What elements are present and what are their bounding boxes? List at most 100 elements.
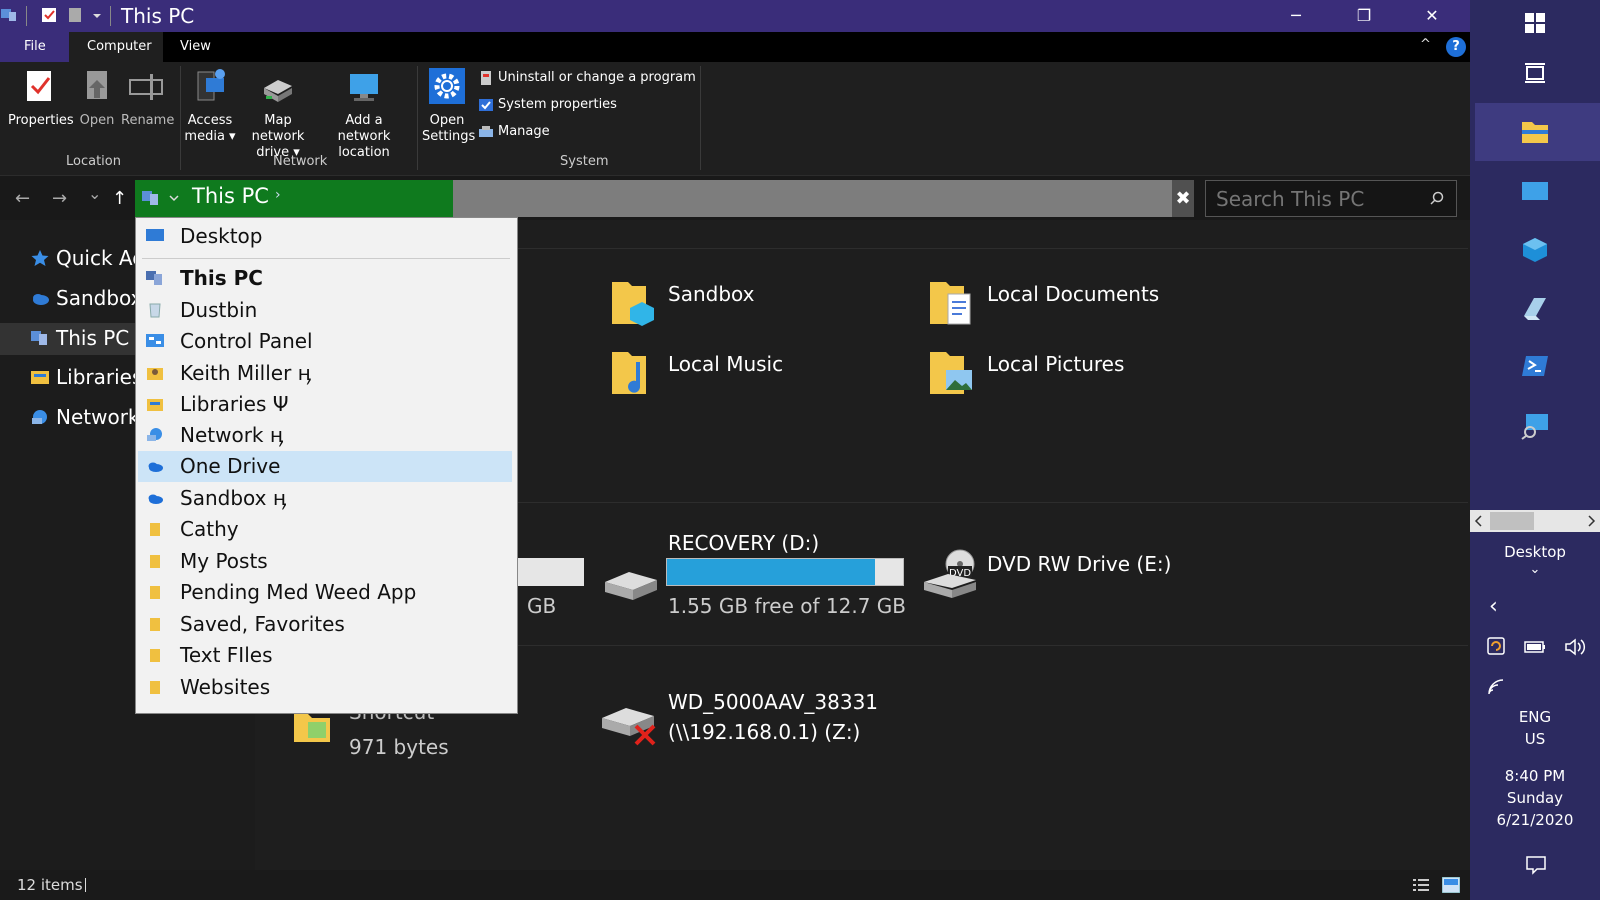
system-properties-button[interactable]: System properties bbox=[478, 95, 617, 115]
nav-item-sandbox[interactable]: Sandbox bbox=[30, 286, 142, 310]
manage-button[interactable]: Manage bbox=[478, 122, 550, 142]
access-media-button[interactable]: Access media ▾ bbox=[184, 68, 236, 145]
taskbar-desktop-label[interactable]: Desktop bbox=[1470, 543, 1600, 561]
clear-address-icon[interactable]: ✖ bbox=[1172, 180, 1194, 217]
tab-view[interactable]: View bbox=[166, 32, 225, 62]
dropdown-item-control-panel[interactable]: Control Panel bbox=[138, 326, 512, 357]
dropdown-item-cathy[interactable]: Cathy bbox=[138, 514, 512, 545]
dropdown-item-websites[interactable]: Websites bbox=[138, 672, 512, 703]
nav-item-quick-access[interactable]: Quick Ac bbox=[30, 246, 143, 270]
notification-center-icon[interactable] bbox=[1525, 855, 1547, 875]
search-monitor-taskbar-icon[interactable] bbox=[1520, 412, 1550, 440]
tab-file[interactable]: File bbox=[0, 32, 69, 62]
desktop-chevron-icon[interactable]: ⌄ bbox=[1470, 562, 1600, 577]
collapse-ribbon-icon[interactable]: ^ bbox=[1420, 37, 1431, 52]
section-divider bbox=[518, 502, 1468, 503]
map-network-drive-label-1: Map network bbox=[251, 113, 305, 144]
large-icons-view-icon[interactable] bbox=[1442, 877, 1460, 893]
recovery-usage-fill bbox=[667, 559, 875, 585]
region-label[interactable]: US bbox=[1470, 730, 1600, 748]
forward-arrow-icon[interactable]: → bbox=[52, 188, 67, 209]
dropdown-item-keith-miller[interactable]: Keith Miller ӊ bbox=[138, 358, 512, 389]
dropdown-item-libraries[interactable]: Libraries Ψ bbox=[138, 389, 512, 420]
system-properties-icon bbox=[479, 98, 493, 111]
help-icon[interactable]: ? bbox=[1446, 37, 1466, 57]
hard-drive-icon bbox=[605, 572, 657, 600]
powershell-taskbar-icon[interactable] bbox=[1520, 352, 1550, 380]
file-explorer-taskbar-icon[interactable] bbox=[1520, 118, 1550, 146]
language-label[interactable]: ENG bbox=[1470, 708, 1600, 726]
scroll-thumb[interactable] bbox=[1490, 512, 1534, 530]
dropdown-item-network[interactable]: Network ӊ bbox=[138, 420, 512, 451]
customize-quick-access-icon[interactable] bbox=[88, 6, 106, 24]
folder-icon bbox=[150, 618, 160, 631]
task-view-icon[interactable] bbox=[1524, 62, 1546, 84]
eraser-taskbar-icon[interactable] bbox=[1520, 294, 1550, 322]
new-folder-quick-icon[interactable] bbox=[66, 6, 84, 24]
section-divider bbox=[518, 248, 1468, 249]
settings-gear-icon bbox=[429, 68, 465, 104]
properties-quick-icon[interactable] bbox=[40, 6, 58, 24]
package-taskbar-icon[interactable] bbox=[1520, 236, 1550, 264]
restore-button[interactable]: ❐ bbox=[1330, 0, 1398, 32]
tab-computer[interactable]: Computer bbox=[69, 32, 163, 62]
dropdown-item-label: Control Panel bbox=[180, 329, 313, 353]
explorer-app-icon[interactable] bbox=[0, 6, 18, 24]
add-network-location-button[interactable]: Add a network location bbox=[320, 68, 408, 161]
volume-icon[interactable] bbox=[1564, 637, 1586, 657]
back-arrow-icon[interactable]: ← bbox=[15, 188, 30, 209]
scroll-right-icon[interactable] bbox=[1588, 515, 1596, 527]
map-network-drive-icon bbox=[264, 80, 292, 102]
rename-button[interactable]: Rename bbox=[121, 68, 174, 129]
uninstall-program-button[interactable]: Uninstall or change a program bbox=[478, 68, 696, 88]
update-tray-icon[interactable] bbox=[1486, 636, 1506, 656]
open-settings-button[interactable]: Open Settings bbox=[422, 68, 475, 145]
close-button[interactable]: ✕ bbox=[1398, 0, 1466, 32]
dropdown-item-dustbin[interactable]: Dustbin bbox=[138, 295, 512, 326]
map-network-drive-button[interactable]: Map network drive ▾ bbox=[238, 68, 318, 161]
dropdown-item-label: Pending Med Weed App bbox=[180, 580, 417, 604]
clock-day[interactable]: Sunday bbox=[1470, 789, 1600, 807]
nav-item-libraries[interactable]: Libraries bbox=[30, 365, 142, 389]
dropdown-item-label: Text FIles bbox=[180, 643, 273, 667]
address-dropdown-chevron-icon[interactable] bbox=[168, 193, 180, 203]
folder-icon bbox=[150, 649, 160, 662]
recent-locations-icon[interactable]: ⌄ bbox=[88, 184, 101, 203]
search-input[interactable] bbox=[1205, 180, 1457, 217]
details-view-icon[interactable] bbox=[1413, 878, 1429, 892]
taskbar-scrollbar[interactable] bbox=[1470, 510, 1600, 532]
wifi-icon[interactable] bbox=[1487, 678, 1507, 696]
open-button[interactable]: Open bbox=[76, 68, 118, 129]
minimize-button[interactable]: ─ bbox=[1262, 0, 1330, 32]
dropdown-item-my-posts[interactable]: My Posts bbox=[138, 546, 512, 577]
open-settings-label-1: Open bbox=[429, 113, 465, 128]
dropdown-item-this-pc[interactable]: This PC bbox=[138, 263, 512, 294]
ribbon-separator bbox=[417, 66, 418, 170]
up-arrow-icon[interactable]: ↑ bbox=[112, 188, 127, 209]
clock-time[interactable]: 8:40 PM bbox=[1470, 767, 1600, 785]
breadcrumb-chevron-icon[interactable]: › bbox=[275, 187, 281, 203]
search-icon[interactable] bbox=[1429, 190, 1445, 206]
ribbon-separator bbox=[180, 66, 181, 170]
dropdown-item-desktop[interactable]: Desktop bbox=[138, 221, 512, 252]
c-drive-usage-bar bbox=[518, 558, 584, 586]
scroll-left-icon[interactable] bbox=[1474, 515, 1482, 527]
nav-item-this-pc[interactable]: This PC bbox=[30, 326, 129, 350]
desktop-taskbar-icon[interactable] bbox=[1520, 178, 1550, 206]
address-path[interactable]: This PC bbox=[192, 184, 269, 208]
properties-button[interactable]: Properties bbox=[8, 68, 74, 129]
nav-item-network[interactable]: Network bbox=[30, 405, 140, 429]
windows-start-icon[interactable] bbox=[1524, 12, 1546, 34]
nav-item-label: Libraries bbox=[56, 365, 143, 389]
location-group-label: Location bbox=[66, 154, 121, 169]
battery-icon[interactable] bbox=[1524, 640, 1546, 654]
documents-folder-icon bbox=[930, 282, 971, 325]
dropdown-item-saved-favorites[interactable]: Saved, Favorites bbox=[138, 609, 512, 640]
dropdown-item-pending-med-weed-app[interactable]: Pending Med Weed App bbox=[138, 577, 512, 608]
add-network-location-label-2: location bbox=[338, 145, 390, 160]
dropdown-item-one-drive[interactable]: One Drive bbox=[138, 451, 512, 482]
dropdown-item-text-files[interactable]: Text FIles bbox=[138, 640, 512, 671]
dropdown-item-sandbox[interactable]: Sandbox ӊ bbox=[138, 483, 512, 514]
clock-date[interactable]: 6/21/2020 bbox=[1470, 811, 1600, 829]
tray-back-icon[interactable]: ‹ bbox=[1489, 594, 1498, 619]
